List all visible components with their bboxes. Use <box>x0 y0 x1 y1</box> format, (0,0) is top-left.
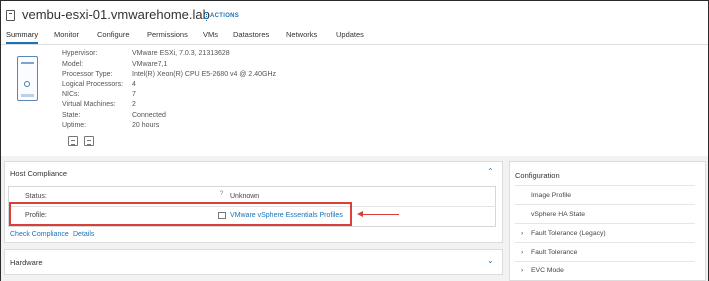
tab-configure[interactable]: Configure <box>97 30 130 39</box>
configuration-divider <box>515 261 695 262</box>
status-value: Unknown <box>230 193 260 200</box>
tab-datastores[interactable]: Datastores <box>233 30 269 39</box>
configuration-divider <box>515 185 695 186</box>
tab-vms[interactable]: VMs <box>203 30 218 39</box>
host-icon <box>6 10 15 21</box>
summary-value: 4 <box>132 81 136 88</box>
chevron-right-icon[interactable]: › <box>521 249 523 256</box>
summary-label: State: <box>62 112 81 119</box>
configuration-divider <box>515 242 695 243</box>
hardware-title: Hardware <box>10 258 43 267</box>
config-item-fault-tolerance-legacy[interactable]: Fault Tolerance (Legacy) <box>531 230 606 237</box>
tab-updates[interactable]: Updates <box>336 30 364 39</box>
tab-monitor[interactable]: Monitor <box>54 30 79 39</box>
status-label: Status: <box>25 193 47 200</box>
actions-dots-icon[interactable] <box>206 12 207 21</box>
summary-value: Intel(R) Xeon(R) CPU E5-2680 v4 @ 2.40GH… <box>132 71 277 78</box>
config-item-image-profile[interactable]: Image Profile <box>531 192 571 199</box>
tab-permissions[interactable]: Permissions <box>147 30 188 39</box>
chevron-up-icon[interactable]: ⌃ <box>487 167 494 176</box>
configuration-title: Configuration <box>515 171 560 180</box>
chevron-down-icon[interactable]: ⌄ <box>487 256 494 265</box>
config-item-fault-tolerance[interactable]: Fault Tolerance <box>531 249 577 256</box>
help-icon[interactable]: ? <box>220 191 223 197</box>
tab-summary[interactable]: Summary <box>6 30 39 44</box>
summary-value: VMware ESXi, 7.0.3, 21313628 <box>132 50 230 57</box>
chevron-right-icon[interactable]: › <box>521 230 523 237</box>
tab-bar: Summary Monitor Configure Permissions VM… <box>1 30 708 44</box>
remote-console-icon[interactable] <box>68 136 78 146</box>
summary-value: Connected <box>132 112 166 119</box>
annotation-highlight-box <box>9 202 352 226</box>
settings-report-icon[interactable] <box>84 136 94 146</box>
summary-label: NICs: <box>62 91 80 98</box>
summary-label: Processor Type: <box>62 71 113 78</box>
summary-label: Logical Processors: <box>62 81 124 88</box>
tab-bar-divider <box>1 44 708 45</box>
tab-networks[interactable]: Networks <box>286 30 317 39</box>
summary-value: 7 <box>132 91 136 98</box>
check-compliance-link[interactable]: Check Compliance <box>10 231 69 238</box>
page-title: vembu-esxi-01.vmwarehome.lab <box>22 7 210 22</box>
chevron-right-icon[interactable]: › <box>521 267 523 274</box>
host-compliance-title: Host Compliance <box>10 169 68 178</box>
summary-value: VMware7,1 <box>132 61 168 68</box>
details-link[interactable]: Details <box>73 231 94 238</box>
summary-value: 20 hours <box>132 122 160 129</box>
actions-button[interactable]: ACTIONS <box>210 13 239 19</box>
config-item-vsphere-ha-state[interactable]: vSphere HA State <box>531 211 585 218</box>
summary-label: Uptime: <box>62 122 87 129</box>
server-graphic-icon <box>17 56 38 101</box>
configuration-divider <box>515 204 695 205</box>
summary-value: 2 <box>132 101 136 108</box>
config-item-evc-mode[interactable]: EVC Mode <box>531 267 564 274</box>
configuration-divider <box>515 223 695 224</box>
summary-label: Hypervisor: <box>62 50 98 57</box>
annotation-arrow-line <box>362 214 399 215</box>
summary-label: Virtual Machines: <box>62 101 116 108</box>
app-window: vembu-esxi-01.vmwarehome.lab ACTIONS Sum… <box>0 0 709 281</box>
hardware-card <box>4 249 503 275</box>
summary-label: Model: <box>62 61 84 68</box>
